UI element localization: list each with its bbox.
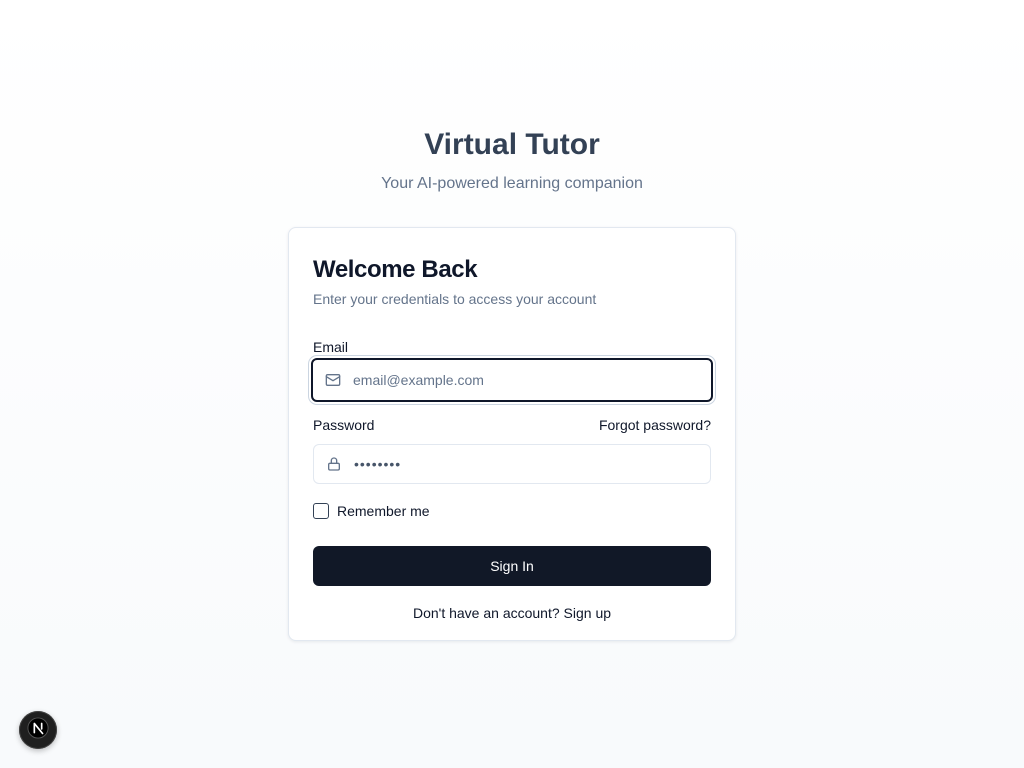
email-label: Email — [313, 339, 349, 355]
card-title: Welcome Back — [313, 256, 478, 283]
email-field-wrapper[interactable] — [311, 358, 713, 402]
app-subtitle: Your AI-powered learning companion — [381, 175, 643, 192]
password-field-wrapper[interactable]: •••••••• — [313, 444, 711, 484]
mail-icon — [313, 360, 353, 400]
email-input[interactable] — [353, 360, 711, 400]
app-title: Virtual Tutor — [424, 128, 600, 161]
nextjs-logo-icon — [27, 716, 49, 744]
signup-row: Don't have an account? Sign up — [313, 604, 711, 622]
sign-in-button[interactable]: Sign In — [313, 546, 711, 586]
forgot-password-link[interactable]: Forgot password? — [599, 416, 711, 434]
card-description: Enter your credentials to access your ac… — [313, 291, 597, 307]
signup-prompt: Don't have an account? — [412, 605, 564, 621]
dev-tools-badge[interactable] — [19, 711, 57, 749]
lock-icon — [314, 445, 354, 483]
sign-up-link[interactable]: Sign up — [564, 605, 611, 621]
app-header: Virtual Tutor Your AI-powered learning c… — [0, 126, 1024, 194]
login-card: Welcome Back Enter your credentials to a… — [288, 227, 736, 641]
remember-me-checkbox[interactable] — [313, 503, 329, 519]
remember-me-label[interactable]: Remember me — [337, 502, 430, 520]
password-label: Password — [313, 417, 375, 433]
password-input[interactable]: •••••••• — [354, 456, 401, 472]
